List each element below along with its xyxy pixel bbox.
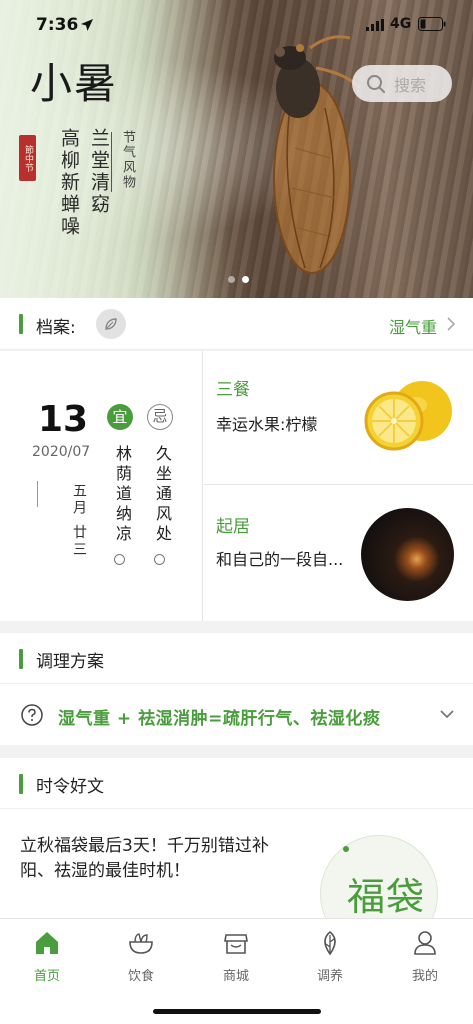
leaf-icon bbox=[324, 930, 336, 956]
tab-store[interactable]: 商城 bbox=[196, 929, 276, 984]
meal-card[interactable]: 三餐 幸运水果:柠檬 bbox=[204, 351, 473, 485]
archive-row[interactable]: 档案: 湿气重 bbox=[0, 298, 473, 350]
plan-section: 调理方案 湿气重 + 祛湿消肿=疏肝行气、祛湿化痰 bbox=[0, 633, 473, 745]
carousel-dot[interactable] bbox=[228, 276, 235, 283]
tab-store-label: 商城 bbox=[222, 969, 249, 984]
plan-title: 调理方案 bbox=[36, 652, 104, 672]
tab-home[interactable]: 首页 bbox=[7, 929, 87, 984]
seal-stamp: 節中节 bbox=[19, 135, 36, 181]
tab-care[interactable]: 调养 bbox=[290, 929, 370, 984]
tab-food[interactable]: 饮食 bbox=[101, 929, 181, 984]
section-accent-bar bbox=[19, 649, 23, 669]
home-icon bbox=[36, 932, 58, 954]
chevron-down-icon[interactable] bbox=[439, 708, 455, 720]
fireplace-image bbox=[361, 508, 454, 601]
fudai-dot bbox=[343, 846, 349, 852]
fudai-badge-image[interactable]: 福袋 bbox=[320, 835, 438, 918]
location-arrow-icon bbox=[81, 19, 93, 31]
tab-food-label: 饮食 bbox=[127, 969, 154, 984]
poem-line-2: 兰堂清窈 bbox=[88, 128, 110, 216]
tab-care-label: 调养 bbox=[316, 969, 343, 984]
ji-activity: 久坐通风处 bbox=[153, 445, 172, 545]
routine-card[interactable]: 起居 和自己的一段自... bbox=[204, 486, 473, 621]
hero-divider bbox=[111, 132, 112, 192]
calendar-block[interactable]: 13 2020/07 五月 廿三 宜 忌 林荫道纳凉 久坐通风处 bbox=[0, 351, 203, 621]
store-icon bbox=[224, 934, 248, 954]
articles-title: 时令好文 bbox=[36, 777, 104, 797]
carousel-dots[interactable] bbox=[228, 276, 249, 283]
articles-section: 时令好文 立秋福袋最后3天！千万别错过补阳、祛湿的最佳时机！ 福袋 bbox=[0, 758, 473, 918]
leaf-avatar-icon[interactable] bbox=[96, 309, 126, 339]
routine-category: 起居 bbox=[216, 517, 250, 537]
user-icon bbox=[414, 931, 436, 955]
question-icon[interactable] bbox=[21, 704, 43, 726]
solar-term-title: 小暑 bbox=[30, 59, 119, 108]
plan-header: 调理方案 bbox=[0, 633, 473, 684]
yi-marker-circle bbox=[114, 554, 125, 565]
yi-badge: 宜 bbox=[107, 404, 133, 430]
fudai-text: 福袋 bbox=[347, 875, 426, 918]
tab-home-label: 首页 bbox=[33, 969, 60, 984]
search-input[interactable]: 搜索 bbox=[352, 65, 452, 102]
status-time: 7:36 bbox=[36, 15, 79, 35]
plan-formula[interactable]: 湿气重 + 祛湿消肿=疏肝行气、祛湿化痰 bbox=[58, 704, 380, 729]
calendar-separator bbox=[37, 481, 38, 507]
constitution-status[interactable]: 湿气重 bbox=[389, 314, 437, 338]
tab-profile-label: 我的 bbox=[411, 969, 438, 984]
yi-activity: 林荫道纳凉 bbox=[113, 445, 132, 545]
chevron-right-icon[interactable] bbox=[446, 316, 456, 332]
section-accent-bar bbox=[19, 314, 23, 334]
status-bar: 7:36 4G bbox=[0, 0, 473, 50]
article-headline[interactable]: 立秋福袋最后3天！千万别错过补阳、祛湿的最佳时机！ bbox=[20, 834, 300, 884]
articles-header: 时令好文 bbox=[0, 758, 473, 809]
signal-icon bbox=[366, 19, 384, 31]
home-indicator[interactable] bbox=[153, 1009, 321, 1014]
cicada-image bbox=[273, 35, 362, 274]
food-bowl-icon bbox=[129, 933, 153, 954]
archive-label: 档案: bbox=[36, 318, 76, 338]
meal-description: 幸运水果:柠檬 bbox=[216, 415, 318, 434]
routine-description: 和自己的一段自... bbox=[216, 550, 344, 569]
meal-category: 三餐 bbox=[216, 380, 250, 400]
network-label: 4G bbox=[390, 16, 412, 32]
leaf-icon bbox=[105, 318, 117, 330]
lunar-date: 五月 廿三 bbox=[71, 483, 87, 559]
poem-line-1: 高柳新蝉噪 bbox=[58, 128, 80, 238]
hero-subtitle: 节气风物 bbox=[120, 130, 135, 190]
carousel-dot-active[interactable] bbox=[242, 276, 249, 283]
search-placeholder: 搜索 bbox=[394, 75, 427, 95]
daily-panel: 13 2020/07 五月 廿三 宜 忌 林荫道纳凉 久坐通风处 三餐 幸运水果… bbox=[0, 351, 473, 621]
ji-marker-circle bbox=[154, 554, 165, 565]
section-accent-bar bbox=[19, 774, 23, 794]
calendar-year-month: 2020/07 bbox=[32, 444, 91, 460]
search-icon bbox=[367, 74, 385, 93]
ji-badge: 忌 bbox=[147, 404, 173, 430]
lemon-image bbox=[364, 381, 452, 451]
calendar-day: 13 bbox=[38, 399, 89, 440]
battery-icon bbox=[418, 17, 446, 31]
tab-profile[interactable]: 我的 bbox=[385, 929, 465, 984]
